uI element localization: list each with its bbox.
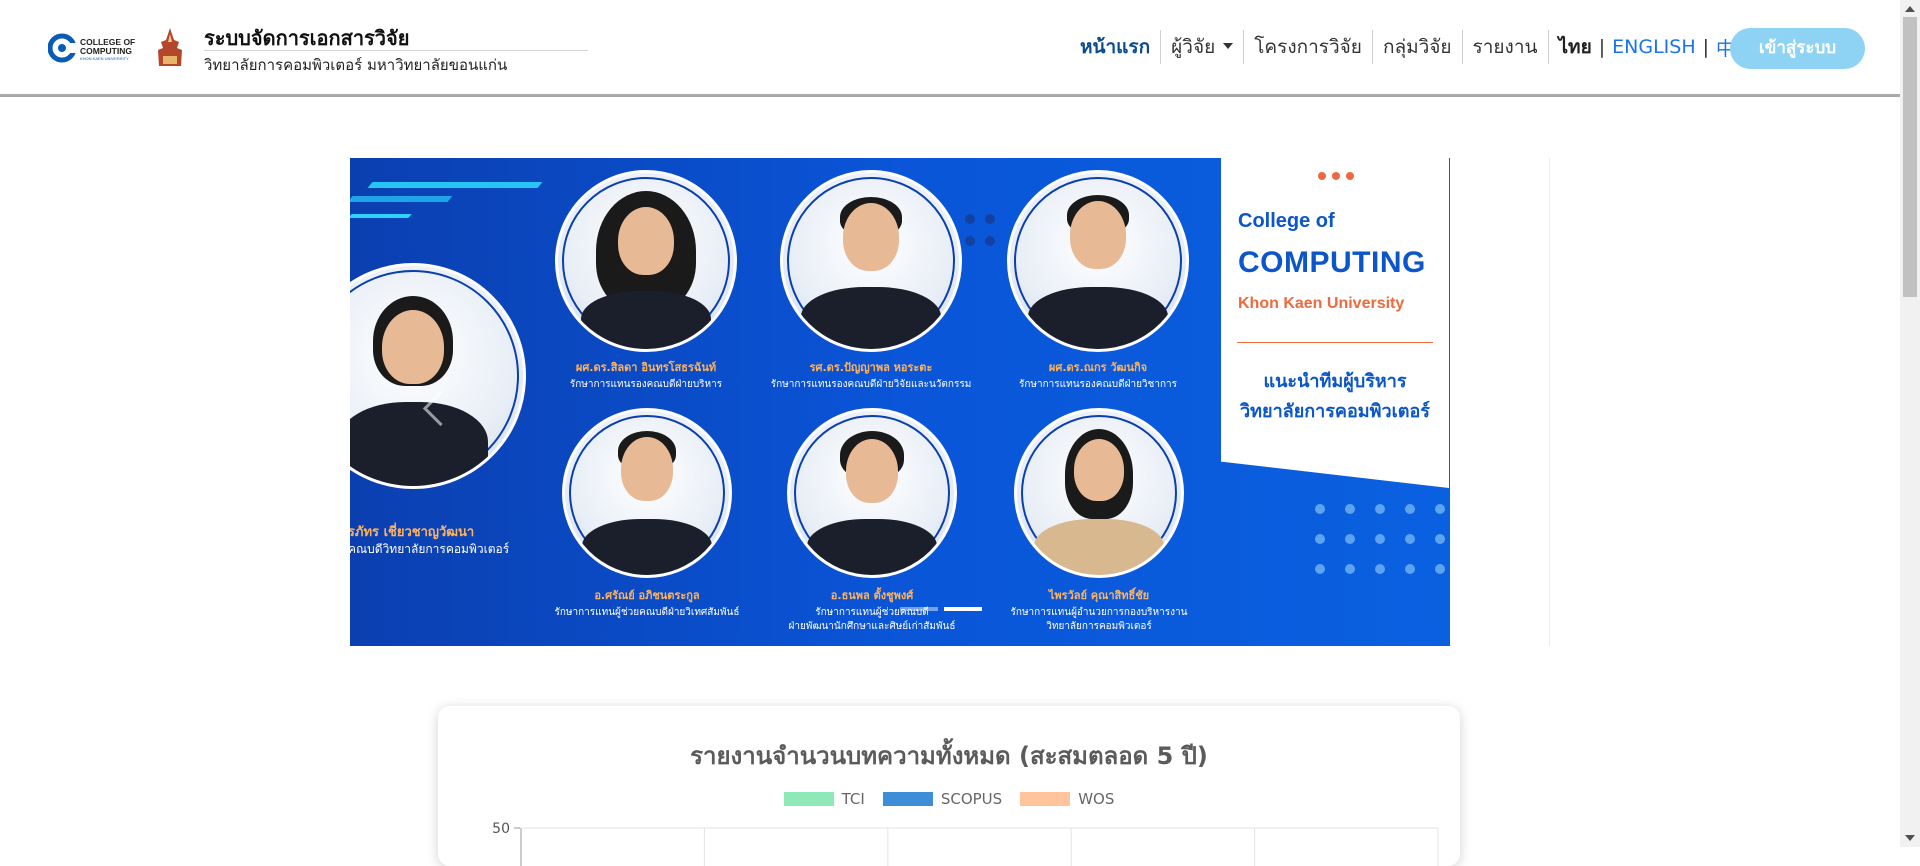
college-info-card: College of COMPUTING Khon Kaen Universit… bbox=[1221, 158, 1449, 488]
person-name: ผศ.ดร.สิลดา อินทรโสธรฉันท์ bbox=[575, 361, 717, 374]
lang-thai[interactable]: ไทย bbox=[1559, 32, 1592, 62]
person-photo bbox=[555, 170, 737, 352]
legend-swatch bbox=[783, 792, 834, 806]
card-college-of: College of bbox=[1238, 210, 1335, 232]
person-name: รศ.ดร.ปัญญาพล หอระตะ bbox=[809, 361, 933, 374]
person-photo bbox=[1014, 408, 1184, 578]
carousel-next-slide-edge bbox=[1450, 158, 1550, 646]
logo-line2: COMPUTING bbox=[80, 46, 132, 56]
nav-research-projects[interactable]: โครงการวิจัย bbox=[1244, 30, 1372, 64]
decor-stripe bbox=[350, 196, 453, 202]
lang-english[interactable]: ENGLISH bbox=[1612, 36, 1695, 58]
person-role-line2: วิทยาลัยการคอมพิวเตอร์ bbox=[1046, 621, 1152, 632]
scrollbar-thumb[interactable] bbox=[1903, 17, 1917, 297]
nav-reports-label: รายงาน bbox=[1472, 36, 1538, 58]
dean-photo bbox=[350, 263, 526, 489]
nav-divider bbox=[1547, 30, 1549, 64]
person-role: รักษาการแทนรองคณบดีฝ่ายบริหาร bbox=[569, 379, 723, 390]
person-photo bbox=[787, 408, 957, 578]
report-title: รายงานจำนวนบทความทั้งหมด (สะสมตลอด 5 ปี) bbox=[690, 742, 1208, 770]
nav-research-groups[interactable]: กลุ่มวิจัย bbox=[1373, 30, 1462, 64]
carousel-indicators bbox=[900, 607, 982, 611]
logo-line3: KHON KAEN UNIVERSITY bbox=[80, 56, 129, 61]
scroll-up-arrow-icon[interactable] bbox=[1905, 6, 1915, 12]
article-report-card: รายงานจำนวนบทความทั้งหมด (สะสมตลอด 5 ปี)… bbox=[438, 706, 1460, 866]
person-role: รักษาการแทนรองคณบดีฝ่ายวิจัยและนวัตกรรม bbox=[770, 379, 972, 390]
college-of-computing-logo[interactable]: COLLEGE OF COMPUTING KHON KAEN UNIVERSIT… bbox=[48, 33, 150, 63]
person-name: สิรภัทร เชี่ยวชาญวัฒนา bbox=[350, 525, 475, 540]
scroll-down-arrow-icon[interactable] bbox=[1905, 835, 1915, 841]
nav-researchers-dropdown[interactable]: ผู้วิจัย bbox=[1161, 30, 1243, 64]
three-dots-icon bbox=[1318, 172, 1354, 180]
carousel-indicator[interactable] bbox=[900, 607, 938, 611]
top-header: COLLEGE OF COMPUTING KHON KAEN UNIVERSIT… bbox=[0, 0, 1900, 97]
person-role-line2: ฝ่ายพัฒนานักศึกษาและศิษย์เก่าสัมพันธ์ bbox=[788, 621, 956, 632]
main-nav: หน้าแรก ผู้วิจัย โครงการวิจัย กลุ่มวิจัย… bbox=[1070, 30, 1774, 64]
card-computing: COMPUTING bbox=[1238, 246, 1426, 279]
nav-researchers-label: ผู้วิจัย bbox=[1171, 36, 1216, 58]
site-subtitle: วิทยาลัยการคอมพิวเตอร์ มหาวิทยาลัยขอนแก่… bbox=[204, 56, 508, 74]
lang-separator: | bbox=[1702, 36, 1710, 58]
person-role: รักษาการแทนรองคณบดีฝ่ายวิชาการ bbox=[1018, 379, 1177, 390]
person-role: คณบดีวิทยาลัยการคอมพิวเตอร์ bbox=[350, 542, 510, 556]
person-name: ไพรวัลย์ คุณาสิทธิ์ชัย bbox=[1048, 589, 1150, 602]
person-photo bbox=[562, 408, 732, 578]
decor-dot-grid bbox=[1315, 504, 1450, 574]
card-divider bbox=[1237, 342, 1433, 343]
nav-research-groups-label: กลุ่มวิจัย bbox=[1382, 36, 1452, 58]
y-tick-label: 50 bbox=[492, 821, 510, 837]
caret-down-icon bbox=[1223, 43, 1234, 49]
nav-home-label: หน้าแรก bbox=[1080, 36, 1151, 58]
person-role: รักษาการแทนผู้ช่วยคณบดีฝ่ายวิเทศสัมพันธ์ bbox=[554, 607, 740, 618]
decor-stripe bbox=[350, 214, 412, 218]
person-name: ผศ.ดร.ณกร วัฒนกิจ bbox=[1048, 361, 1148, 374]
decor-stripe bbox=[367, 182, 543, 188]
carousel-indicator-active[interactable] bbox=[944, 607, 982, 611]
login-button[interactable]: เข้าสู่ระบบ bbox=[1730, 28, 1865, 69]
nav-research-projects-label: โครงการวิจัย bbox=[1254, 36, 1362, 58]
decor-dot-grid bbox=[965, 214, 995, 246]
person-role: รักษาการแทนผู้อำนวยการกองบริหารงาน bbox=[1010, 607, 1188, 618]
person-photo bbox=[1007, 170, 1189, 352]
card-university: Khon Kaen University bbox=[1238, 295, 1405, 312]
carousel-prev-chevron-icon[interactable] bbox=[420, 388, 448, 428]
page-scrollbar[interactable] bbox=[1900, 0, 1920, 847]
lang-separator: | bbox=[1598, 36, 1606, 58]
card-faculty-name: วิทยาลัยการคอมพิวเตอร์ bbox=[1240, 401, 1430, 422]
person-photo bbox=[780, 170, 962, 352]
legend-swatch bbox=[1020, 792, 1071, 806]
nav-reports[interactable]: รายงาน bbox=[1463, 30, 1548, 64]
vertical-gridlines bbox=[703, 828, 1439, 866]
person-name: อ.ศรัณย์ อภิชนตระกูล bbox=[594, 589, 700, 602]
article-bar-chart: 50 bbox=[492, 821, 1439, 866]
card-team-intro: แนะนำทีมผู้บริหาร bbox=[1263, 371, 1407, 392]
nav-home[interactable]: หน้าแรก bbox=[1070, 30, 1160, 64]
kku-emblem-icon bbox=[158, 28, 182, 66]
legend-swatch bbox=[882, 792, 933, 806]
person-name: อ.ธนพล ตั้งชูพงศ์ bbox=[830, 589, 914, 602]
executive-team-carousel[interactable]: สิรภัทร เชี่ยวชาญวัฒนา คณบดีวิทยาลัยการค… bbox=[350, 158, 1450, 646]
title-divider bbox=[204, 50, 588, 51]
